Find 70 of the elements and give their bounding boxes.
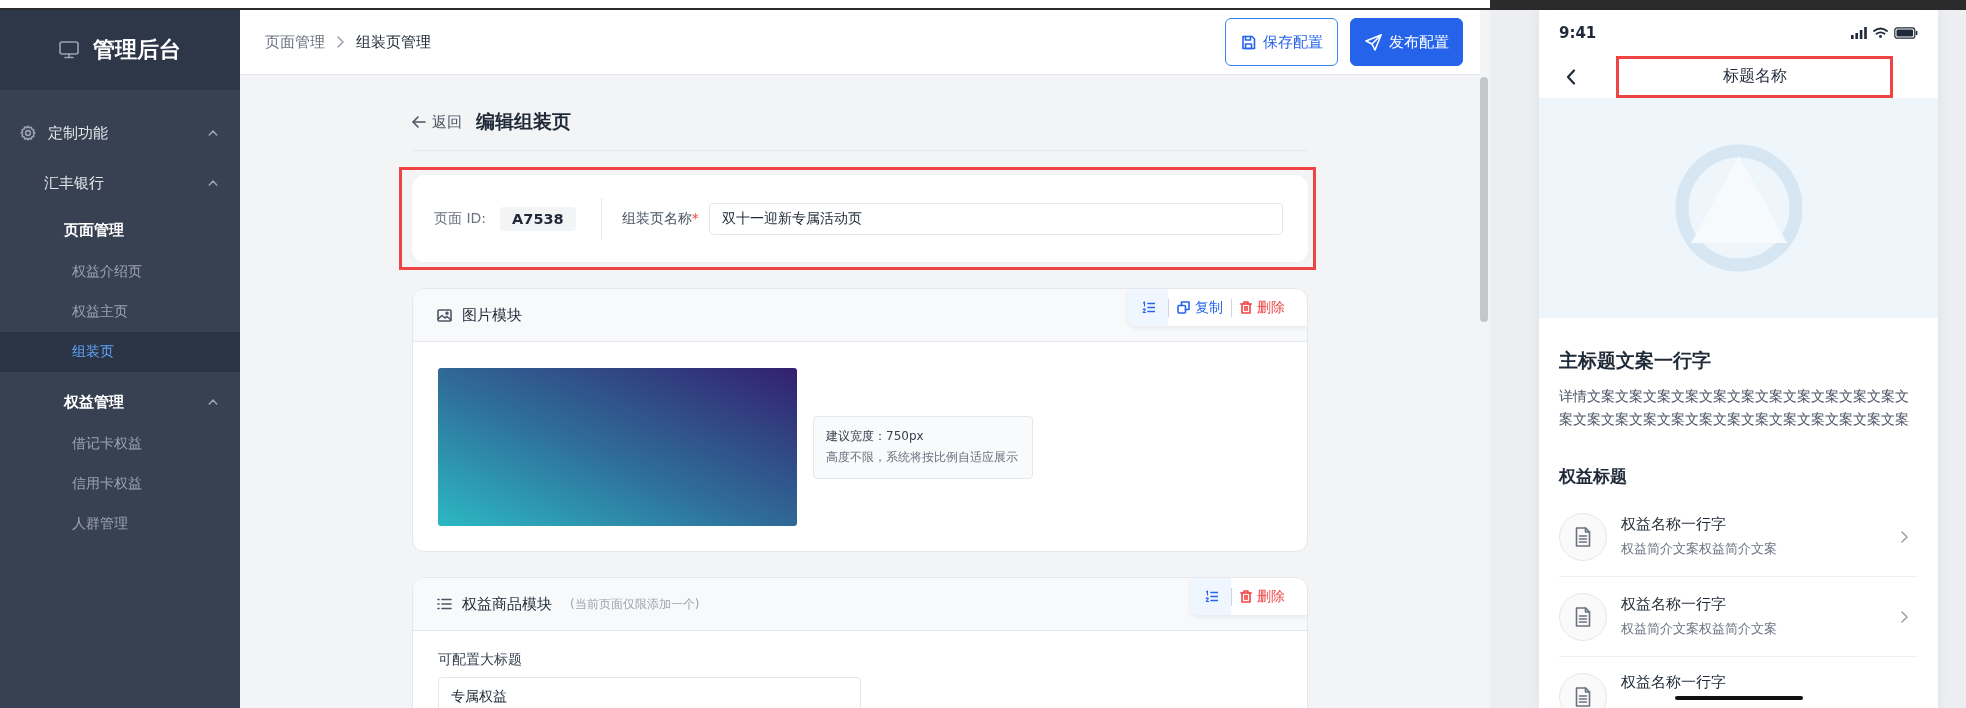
save-icon bbox=[1240, 34, 1256, 50]
menu-item[interactable]: 信用卡权益 bbox=[0, 464, 240, 504]
battery-icon bbox=[1894, 26, 1918, 39]
chevron-right-icon bbox=[337, 36, 344, 48]
menu-item[interactable]: 人群管理 bbox=[0, 504, 240, 544]
sort-button[interactable] bbox=[1191, 578, 1231, 615]
settings-icon bbox=[20, 125, 36, 141]
back-link[interactable]: 返回 bbox=[412, 112, 462, 132]
id-tag: A7538 bbox=[500, 206, 576, 231]
document-icon bbox=[1575, 526, 1591, 547]
copy-icon bbox=[1177, 301, 1190, 314]
hint-text: 高度不限，系统将按比例自适应展示 bbox=[826, 448, 1018, 466]
item-title: 权益名称一行字 bbox=[1621, 515, 1727, 534]
input-field[interactable]: 专属权益 bbox=[438, 677, 861, 708]
field-label: 组装页名称* bbox=[621, 209, 699, 228]
scrollbar[interactable] bbox=[1480, 77, 1488, 322]
list-item[interactable]: 权益名称一行字 权益简介文案权益简介文案 bbox=[1559, 497, 1918, 577]
save-button[interactable]: 保存配置 bbox=[1225, 18, 1338, 66]
signal-icon bbox=[1851, 26, 1867, 39]
arrow-left-icon bbox=[412, 116, 426, 128]
image-placeholder-icon bbox=[1673, 143, 1804, 273]
delete-button[interactable]: 删除 bbox=[1232, 289, 1293, 326]
monitor-icon bbox=[59, 41, 79, 59]
menu-item[interactable]: 定制功能 bbox=[0, 108, 240, 158]
menu-item[interactable]: 组装页 bbox=[0, 332, 240, 372]
image-icon bbox=[437, 308, 452, 322]
wifi-icon bbox=[1873, 27, 1888, 38]
menu-item[interactable]: 页面管理 bbox=[0, 208, 240, 252]
send-icon bbox=[1364, 33, 1382, 51]
breadcrumb-link[interactable]: 页面管理 bbox=[265, 32, 325, 52]
page-title: 编辑组装页 bbox=[476, 109, 571, 134]
numbered-list-icon bbox=[1204, 590, 1218, 603]
list-item[interactable]: 权益名称一行字 权益简介文案权益简介文案 bbox=[1559, 577, 1918, 657]
document-icon bbox=[1575, 606, 1591, 627]
list-icon bbox=[437, 598, 452, 610]
field-label: 可配置大标题 bbox=[438, 651, 523, 669]
delete-button[interactable]: 删除 bbox=[1232, 578, 1293, 615]
module-title: 权益商品模块 bbox=[462, 594, 552, 614]
module-title: 图片模块 bbox=[462, 305, 522, 325]
status-time: 9:41 bbox=[1559, 23, 1598, 42]
module-note: (当前页面仅限添加一个) bbox=[570, 595, 700, 613]
trash-icon bbox=[1240, 301, 1252, 314]
nav-title: 标题名称 bbox=[1616, 55, 1893, 98]
menu-item[interactable]: 汇丰银行 bbox=[0, 158, 240, 208]
input-field[interactable]: 双十一迎新专属活动页 bbox=[708, 202, 1283, 235]
menu-item[interactable]: 借记卡权益 bbox=[0, 424, 240, 464]
breadcrumb-current: 组装页管理 bbox=[356, 32, 431, 52]
chevron-right-icon bbox=[1901, 530, 1908, 543]
trash-icon bbox=[1240, 590, 1252, 603]
item-title: 权益名称一行字 bbox=[1621, 595, 1727, 614]
menu-item[interactable]: 权益管理 bbox=[0, 380, 240, 424]
item-title: 权益名称一行字 bbox=[1621, 673, 1727, 692]
app-title: 管理后台 bbox=[93, 36, 181, 64]
list-item[interactable]: 权益名称一行字 bbox=[1559, 657, 1918, 708]
sort-button[interactable] bbox=[1128, 289, 1168, 326]
menu-item[interactable]: 权益主页 bbox=[0, 292, 240, 332]
description: 详情文案文案文案文案文案文案文案文案文案文案文案文案文案文案文案文案文案文案文案文案文案文案文案文案 bbox=[1559, 387, 1910, 429]
main-heading: 主标题文案一行字 bbox=[1559, 348, 1712, 373]
hint-text: 建议宽度：750px bbox=[826, 427, 925, 445]
section-title: 权益标题 bbox=[1559, 465, 1628, 488]
document-icon bbox=[1575, 687, 1591, 707]
item-subtitle: 权益简介文案权益简介文案 bbox=[1621, 621, 1778, 638]
numbered-list-icon bbox=[1141, 301, 1155, 314]
field-label: 页面 ID: bbox=[434, 209, 487, 228]
menu-item[interactable]: 权益介绍页 bbox=[0, 252, 240, 292]
copy-button[interactable]: 复制 bbox=[1169, 289, 1231, 326]
chevron-right-icon bbox=[1901, 610, 1908, 623]
back-icon[interactable] bbox=[1566, 68, 1576, 85]
publish-button[interactable]: 发布配置 bbox=[1350, 18, 1463, 66]
item-subtitle: 权益简介文案权益简介文案 bbox=[1621, 541, 1778, 558]
